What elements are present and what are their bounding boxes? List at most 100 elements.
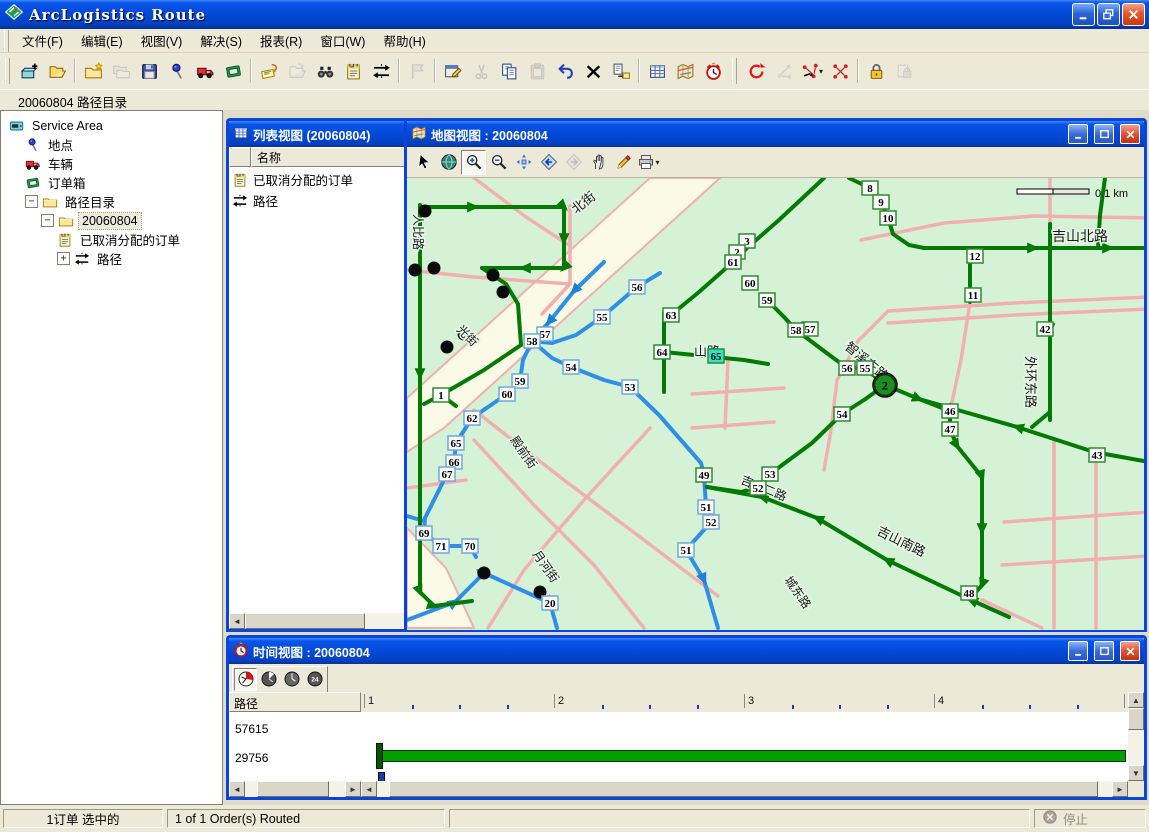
map-minimize-button[interactable] bbox=[1068, 124, 1088, 144]
tree-item-地点[interactable]: 地点 bbox=[1, 135, 222, 154]
open-service-area-button[interactable] bbox=[44, 58, 70, 84]
tree-item-已取消分配的订单[interactable]: 已取消分配的订单 bbox=[1, 230, 222, 249]
stop-marker[interactable]: 1 bbox=[433, 388, 449, 402]
menu-item-报表[interactable]: 报表(R) bbox=[251, 28, 311, 53]
draw-pencil-tool-button[interactable] bbox=[611, 150, 636, 175]
stop-marker[interactable]: 52 bbox=[750, 481, 766, 495]
stop-marker[interactable]: 54 bbox=[563, 360, 579, 374]
stop-marker[interactable]: 71 bbox=[433, 539, 449, 553]
copy-folder-button[interactable] bbox=[108, 58, 134, 84]
import-orders-button[interactable] bbox=[256, 58, 282, 84]
stop-marker[interactable]: 56 bbox=[839, 361, 855, 375]
clock-half-button[interactable] bbox=[257, 668, 280, 691]
menu-item-窗口[interactable]: 窗口(W) bbox=[311, 28, 374, 53]
timeline-cursor[interactable] bbox=[378, 772, 385, 781]
flag-button[interactable] bbox=[404, 58, 430, 84]
tree-item-label[interactable]: 路径目录 bbox=[62, 191, 118, 212]
stop-marker[interactable]: 65 bbox=[708, 349, 724, 363]
stop-marker[interactable]: 8 bbox=[862, 181, 878, 195]
orders-notepad-button[interactable] bbox=[340, 58, 366, 84]
zoom-in-tool-button[interactable] bbox=[461, 150, 486, 175]
menu-item-视图[interactable]: 视图(V) bbox=[132, 28, 192, 53]
file-lock-button[interactable] bbox=[891, 58, 917, 84]
tree-item-label[interactable]: 20060804 bbox=[78, 212, 142, 230]
minimize-button[interactable] bbox=[1072, 3, 1095, 26]
delete-x-button[interactable] bbox=[580, 58, 606, 84]
print-tool-button[interactable]: ▾ bbox=[636, 150, 661, 175]
toolbar-grip[interactable] bbox=[5, 58, 10, 84]
stop-marker[interactable]: 53 bbox=[622, 380, 638, 394]
close-button[interactable] bbox=[1122, 3, 1145, 26]
tree-item-label[interactable]: 已取消分配的订单 bbox=[77, 229, 183, 250]
tree-item-label[interactable]: 地点 bbox=[45, 134, 76, 155]
scroll-left-button[interactable]: ◄ bbox=[229, 781, 245, 797]
build-routes-button[interactable] bbox=[743, 58, 769, 84]
stop-marker[interactable]: 56 bbox=[629, 280, 645, 294]
stop-marker[interactable]: 53 bbox=[762, 467, 778, 481]
time-view-clock-button[interactable] bbox=[700, 58, 726, 84]
tree-item-路径目录[interactable]: −路径目录 bbox=[1, 192, 222, 211]
stop-marker[interactable]: 59 bbox=[512, 374, 528, 388]
stop-marker[interactable]: 47 bbox=[942, 422, 958, 436]
reassign-stops-button[interactable]: ▾ bbox=[799, 58, 825, 84]
row-selector-header[interactable] bbox=[229, 147, 251, 167]
stop-marker[interactable]: 70 bbox=[462, 539, 478, 553]
menubar-grip[interactable] bbox=[4, 30, 9, 52]
route-row-label[interactable]: 57615 bbox=[235, 722, 268, 736]
order-box-button[interactable] bbox=[220, 58, 246, 84]
stop-marker[interactable]: 42 bbox=[1037, 322, 1053, 336]
lock-button[interactable] bbox=[863, 58, 889, 84]
time-vscrollbar[interactable]: ▲ ▼ bbox=[1128, 692, 1144, 781]
pointer-tool-tool-button[interactable] bbox=[411, 150, 436, 175]
unassign-stops-button[interactable] bbox=[827, 58, 853, 84]
scroll-right-button[interactable]: ► bbox=[345, 781, 361, 797]
tree-item-车辆[interactable]: 车辆 bbox=[1, 154, 222, 173]
stop-marker[interactable]: 55 bbox=[857, 361, 873, 375]
stop-marker[interactable]: 51 bbox=[678, 543, 694, 557]
stop-marker[interactable]: 60 bbox=[499, 387, 515, 401]
stop-marker[interactable]: 9 bbox=[873, 195, 889, 209]
time-maximize-button[interactable] bbox=[1094, 641, 1114, 661]
scroll-left-button[interactable]: ◄ bbox=[361, 781, 377, 797]
map-window-titlebar[interactable]: 地图视图 : 20060804 bbox=[407, 121, 1144, 147]
route-column-hscrollbar[interactable]: ◄ ► bbox=[229, 781, 361, 797]
routes-arrows-button[interactable] bbox=[368, 58, 394, 84]
menu-item-帮助[interactable]: 帮助(H) bbox=[374, 28, 434, 53]
tree-item-Service Area[interactable]: Service Area bbox=[1, 116, 222, 135]
stop-marker[interactable]: 60 bbox=[742, 276, 758, 290]
stop-marker[interactable]: 63 bbox=[663, 308, 679, 322]
import-file-button[interactable] bbox=[284, 58, 310, 84]
tree-item-label[interactable]: Service Area bbox=[29, 118, 106, 134]
timeline-ruler[interactable]: 1234 bbox=[229, 692, 1128, 712]
stop-marker[interactable]: 64 bbox=[654, 345, 670, 359]
stop-marker[interactable]: 58 bbox=[788, 323, 804, 337]
map-close-button[interactable] bbox=[1120, 124, 1140, 144]
tree-item-订单箱[interactable]: 订单箱 bbox=[1, 173, 222, 192]
stop-marker[interactable]: 20 bbox=[542, 596, 558, 610]
route-row-label[interactable]: 29756 bbox=[235, 751, 268, 765]
tree-item-20060804[interactable]: − 20060804 bbox=[1, 211, 222, 230]
scroll-down-button[interactable]: ▼ bbox=[1128, 765, 1144, 781]
stop-marker[interactable]: 49 bbox=[696, 468, 712, 482]
map-maximize-button[interactable] bbox=[1094, 124, 1114, 144]
previous-extent-tool-button[interactable] bbox=[536, 150, 561, 175]
stop-marker[interactable]: 10 bbox=[880, 211, 896, 225]
sequence-route-button[interactable] bbox=[771, 58, 797, 84]
tree-expander-collapse[interactable]: − bbox=[41, 214, 54, 227]
stop-marker[interactable]: 11 bbox=[965, 288, 981, 302]
stop-marker[interactable]: 69 bbox=[416, 526, 432, 540]
undo-button[interactable] bbox=[552, 58, 578, 84]
stop-marker[interactable]: 62 bbox=[464, 411, 480, 425]
unassigned-order-dot[interactable] bbox=[487, 269, 500, 282]
save-button[interactable] bbox=[136, 58, 162, 84]
zoom-out-tool-button[interactable] bbox=[486, 150, 511, 175]
clock-24-button[interactable]: 24 bbox=[303, 668, 326, 691]
vehicles-truck-button[interactable] bbox=[192, 58, 218, 84]
stop-marker[interactable]: 52 bbox=[703, 515, 719, 529]
toolbar-grip[interactable] bbox=[732, 58, 737, 84]
stop-marker[interactable]: 12 bbox=[967, 249, 983, 263]
route-gantt-bar[interactable] bbox=[379, 750, 1126, 762]
menu-item-编辑[interactable]: 编辑(E) bbox=[72, 28, 132, 53]
list-view-table-button[interactable] bbox=[644, 58, 670, 84]
new-folder-button[interactable] bbox=[80, 58, 106, 84]
